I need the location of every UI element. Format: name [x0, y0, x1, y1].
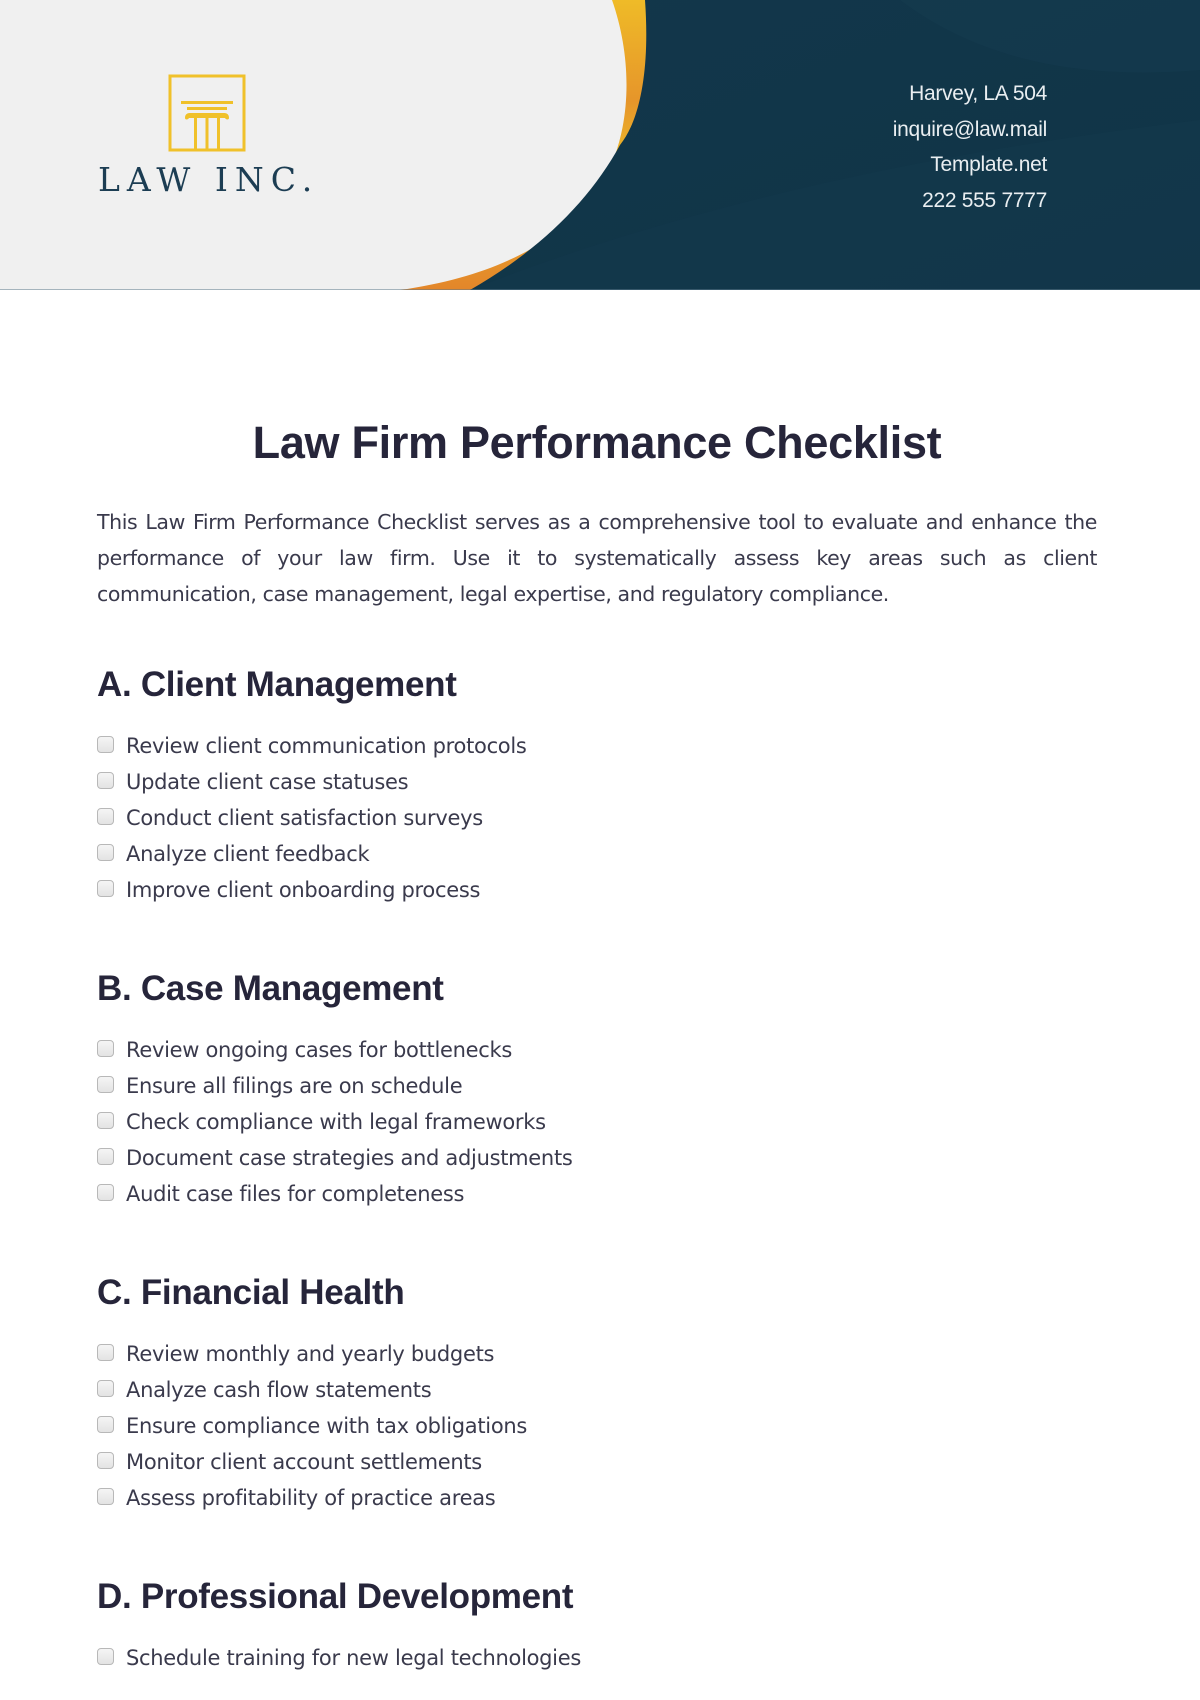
checklist: Review ongoing cases for bottlenecks Ensu…: [97, 1032, 1097, 1212]
checkbox[interactable]: [97, 1111, 114, 1129]
document-title: Law Firm Performance Checklist: [252, 417, 942, 468]
checklist-item-label: Update client case statuses: [126, 770, 409, 794]
checklist-item[interactable]: Document case strategies and adjustments: [97, 1140, 1097, 1176]
contact-address: Harvey, LA 504: [909, 82, 1047, 105]
checkbox[interactable]: [97, 1487, 114, 1505]
checklist-item[interactable]: Assess profitability of practice areas: [97, 1480, 1097, 1516]
contact-email[interactable]: inquire@law.mail: [893, 112, 1048, 148]
checkbox[interactable]: [97, 843, 114, 861]
checklist-item-label: Audit case files for completeness: [126, 1182, 465, 1206]
checklist: Schedule training for new legal technolo…: [97, 1640, 1097, 1676]
checklist-item-label: Improve client onboarding process: [126, 878, 481, 902]
checklist-item[interactable]: Conduct client satisfaction surveys: [97, 800, 1097, 836]
contact-phone: 222 555 7777: [922, 188, 1047, 212]
checklist-item-label: Document case strategies and adjustments: [126, 1146, 573, 1170]
checkbox[interactable]: [97, 1039, 114, 1057]
letterhead-header: LAW INC. Harvey, LA 504 inquire@law.mail…: [0, 0, 1200, 290]
checklist-item[interactable]: Schedule training for new legal technolo…: [97, 1640, 1097, 1676]
checklist-item-label: Schedule training for new legal technolo…: [126, 1646, 581, 1670]
checklist-section: D. Professional Development Schedule trai…: [97, 1574, 1097, 1676]
checklist-item-label: Review client communication protocols: [126, 734, 527, 758]
document-body: Law Firm Performance Checklist This Law …: [97, 410, 1097, 1676]
checkbox[interactable]: [97, 1647, 114, 1665]
checkbox[interactable]: [97, 1415, 114, 1433]
checklist-item[interactable]: Monitor client account settlements: [97, 1444, 1097, 1480]
checklist-item[interactable]: Update client case statuses: [97, 764, 1097, 800]
checklist-item-label: Analyze cash flow statements: [126, 1378, 432, 1402]
checkbox[interactable]: [97, 879, 114, 897]
checklist-item[interactable]: Analyze client feedback: [97, 836, 1097, 872]
checklist-section: C. Financial Health Review monthly and ye…: [97, 1270, 1097, 1516]
checklist-item-label: Conduct client satisfaction surveys: [126, 806, 483, 830]
checkbox[interactable]: [97, 771, 114, 789]
pillar-icon: [168, 74, 246, 152]
checklist-item-label: Ensure all filings are on schedule: [126, 1074, 463, 1098]
checklist-item[interactable]: Check compliance with legal frameworks: [97, 1104, 1097, 1140]
checklist-item[interactable]: Audit case files for completeness: [97, 1176, 1097, 1212]
checklist-section: B. Case Management Review ongoing cases f…: [97, 966, 1097, 1212]
checklist-item-label: Check compliance with legal frameworks: [126, 1110, 546, 1134]
checkbox[interactable]: [97, 1147, 114, 1165]
checkbox[interactable]: [97, 807, 114, 825]
checklist-item-label: Analyze client feedback: [126, 842, 370, 866]
checklist-item[interactable]: Review ongoing cases for bottlenecks: [97, 1032, 1097, 1068]
company-name: LAW INC.: [98, 160, 320, 199]
checkbox[interactable]: [97, 1379, 114, 1397]
checklist-sections: A. Client Management Review client commun…: [97, 662, 1097, 1676]
checkbox[interactable]: [97, 1183, 114, 1201]
checklist-item[interactable]: Review monthly and yearly budgets: [97, 1336, 1097, 1372]
checklist-item[interactable]: Analyze cash flow statements: [97, 1372, 1097, 1408]
checkbox[interactable]: [97, 735, 114, 753]
checklist-section: A. Client Management Review client commun…: [97, 662, 1097, 908]
checklist-item-label: Assess profitability of practice areas: [126, 1486, 496, 1510]
contact-website[interactable]: Template.net: [893, 147, 1047, 183]
checklist-item[interactable]: Ensure all filings are on schedule: [97, 1068, 1097, 1104]
checklist-item[interactable]: Review client communication protocols: [97, 728, 1097, 764]
section-title: A. Client Management: [97, 665, 457, 704]
intro-paragraph: This Law Firm Performance Checklist serv…: [97, 510, 1097, 606]
checkbox[interactable]: [97, 1451, 114, 1469]
company-logo: LAW INC.: [98, 74, 318, 199]
checklist-item[interactable]: Improve client onboarding process: [97, 872, 1097, 908]
section-title: C. Financial Health: [97, 1273, 405, 1312]
checklist: Review monthly and yearly budgets Analyze…: [97, 1336, 1097, 1516]
checkbox[interactable]: [97, 1075, 114, 1093]
checklist-item-label: Monitor client account settlements: [126, 1450, 482, 1474]
contact-info: Harvey, LA 504 inquire@law.mail Template…: [893, 76, 1048, 218]
section-title: D. Professional Development: [97, 1577, 574, 1616]
checklist-item[interactable]: Ensure compliance with tax obligations: [97, 1408, 1097, 1444]
checklist-item-label: Ensure compliance with tax obligations: [126, 1414, 528, 1438]
checklist: Review client communication protocols Upd…: [97, 728, 1097, 908]
section-title: B. Case Management: [97, 969, 444, 1008]
checklist-item-label: Review ongoing cases for bottlenecks: [126, 1038, 513, 1062]
checklist-item-label: Review monthly and yearly budgets: [126, 1342, 495, 1366]
checkbox[interactable]: [97, 1343, 114, 1361]
